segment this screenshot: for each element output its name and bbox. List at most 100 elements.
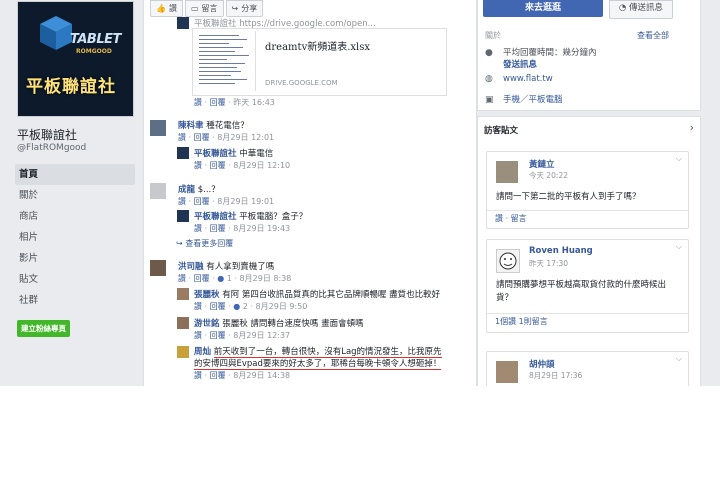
comment-author[interactable]: 平板聯誼社 — [194, 149, 237, 159]
visitor-post-author[interactable]: 黃鏈立 — [529, 158, 555, 170]
visitor-posts-title[interactable]: 訪客貼文 — [484, 124, 518, 136]
comment-time[interactable]: 8月29日 14:38 — [233, 371, 290, 380]
visitor-post-time[interactable]: 昨天 17:30 — [529, 258, 568, 269]
reply-body: 游世銘 張麗秋 請問轉台速度快嗎 畫面會頓嗎 — [194, 317, 364, 329]
reaction-count[interactable]: 1 — [227, 274, 232, 283]
send-message-link[interactable]: 發送訊息 — [503, 58, 537, 70]
comment-like-link[interactable]: 讚 — [194, 371, 202, 380]
comment-reply-link[interactable]: 回覆 — [210, 161, 226, 170]
comment-text: 有阿 第四台收訊品質真的比其它品牌順暢喔 盡質也比較好 — [222, 290, 441, 300]
comment-reply-link[interactable]: 回覆 — [194, 274, 210, 283]
nav-item-shop[interactable]: 商店 — [15, 206, 135, 227]
comment-like-link[interactable]: 讚 — [194, 224, 202, 233]
chevron-down-icon[interactable]: ⌵ — [676, 242, 682, 252]
see-all-link[interactable]: 查看全部 — [637, 30, 669, 41]
comment-author[interactable]: 洪司融 — [178, 262, 204, 272]
spreadsheet-thumbnail — [195, 31, 256, 91]
comment-author[interactable]: 張麗秋 — [194, 290, 220, 300]
comment-reply-link[interactable]: 回覆 — [210, 98, 226, 107]
comment-text: 的安博四與Evpad要來的好太多了，耶稀台每晚卡頓令人想砸掉！ — [194, 359, 442, 370]
visitor-post-author[interactable]: Roven Huang — [529, 246, 593, 256]
comment-like-link[interactable]: 讚 — [178, 133, 186, 142]
comment-time[interactable]: 8月29日 12:10 — [233, 161, 290, 170]
comment-like-link[interactable]: 讚 — [178, 274, 186, 283]
comment-author[interactable]: 周灿 — [194, 347, 211, 357]
comment-time[interactable]: 8月29日 8:38 — [240, 274, 292, 283]
reaction-count[interactable]: 2 — [243, 302, 248, 311]
nav-item-community[interactable]: 社群 — [15, 290, 135, 311]
comment-like-link[interactable]: 讚 — [194, 161, 202, 170]
create-page-button[interactable]: 建立粉絲專頁 — [17, 320, 70, 337]
comment-body: 陳科聿 種花電信？ — [178, 119, 249, 131]
comment-text: $...？ — [197, 185, 220, 195]
comment-label: 留言 — [201, 4, 218, 13]
nav-item-about[interactable]: 關於 — [15, 185, 135, 206]
comment-button[interactable]: ▭ 留言 — [184, 0, 224, 17]
more-replies-link[interactable]: ↪ 查看更多回覆 — [176, 238, 233, 249]
avatar[interactable] — [177, 346, 189, 358]
nav-item-videos[interactable]: 影片 — [15, 248, 135, 269]
avatar[interactable] — [496, 361, 518, 383]
website-row: ◍ www.flat.tw — [485, 74, 553, 84]
comment-time[interactable]: 8月29日 12:01 — [217, 133, 274, 142]
comment-time[interactable]: 昨天 16:43 — [233, 98, 275, 107]
file-attachment[interactable]: dreamtv新頻道表.xlsx DRIVE.GOOGLE.COM — [192, 28, 447, 96]
post-action-toolbar: 👍 讚 ▭ 留言 ↪ 分享 — [150, 0, 265, 17]
page-title[interactable]: 平板聯誼社 — [17, 126, 77, 143]
chevron-right-icon[interactable]: › — [690, 121, 694, 134]
page-profile-picture[interactable]: TABLET ROMGOOD 平板聯誼社 — [17, 1, 134, 117]
comment-reply-link[interactable]: 回覆 — [194, 197, 210, 206]
comment-like-link[interactable]: 讚 — [194, 331, 202, 340]
comment-author[interactable]: 游世銘 — [194, 319, 220, 329]
share-button[interactable]: ↪ 分享 — [225, 0, 264, 17]
category-link[interactable]: 手機／平板電腦 — [503, 95, 563, 105]
avatar[interactable] — [177, 288, 189, 300]
comment-like-link[interactable]: 讚 — [194, 98, 202, 107]
visitor-post-author[interactable]: 胡仲頡 — [529, 358, 555, 370]
comment-author[interactable]: 陳科聿 — [178, 121, 204, 131]
comment-reply-link[interactable]: 回覆 — [210, 224, 226, 233]
comment-meta: 讚 · 回覆 · 8月29日 12:01 — [178, 133, 275, 142]
comment-author[interactable]: 平板聯誼社 — [194, 212, 237, 222]
avatar[interactable] — [496, 249, 520, 273]
comment-reply-link[interactable]: 回覆 — [210, 302, 226, 311]
avatar[interactable] — [496, 161, 518, 183]
comment-like-link[interactable]: 讚 — [178, 197, 186, 206]
go-shopping-button[interactable]: 來去逛逛 — [483, 0, 603, 17]
visitor-post-actions[interactable]: 讚 · 留言 — [487, 210, 688, 227]
visitor-post-time[interactable]: 8月29日 17:36 — [529, 370, 582, 381]
globe-icon: ◍ — [485, 74, 493, 84]
reply-body: 張麗秋 有阿 第四台收訊品質真的比其它品牌順暢喔 盡質也比較好 — [194, 288, 440, 300]
comment-reply-link[interactable]: 回覆 — [210, 371, 226, 380]
visitor-post-time[interactable]: 今天 20:22 — [529, 170, 568, 181]
visitor-post-stats[interactable]: 1個讚 1則留言 — [487, 313, 688, 330]
nav-item-posts[interactable]: 貼文 — [15, 269, 135, 290]
comment-reply-link[interactable]: 回覆 — [210, 331, 226, 340]
comment-reply-link[interactable]: 回覆 — [194, 133, 210, 142]
comment-time[interactable]: 8月29日 19:43 — [233, 224, 290, 233]
avatar[interactable] — [150, 120, 166, 136]
website-link[interactable]: www.flat.tw — [503, 74, 553, 84]
avatar[interactable] — [150, 260, 166, 276]
chevron-down-icon[interactable]: ⌵ — [676, 354, 682, 364]
chevron-down-icon[interactable]: ⌵ — [676, 154, 682, 164]
attachment-filename[interactable]: dreamtv新頻道表.xlsx — [265, 38, 370, 53]
avatar[interactable] — [177, 210, 189, 222]
avatar[interactable] — [150, 183, 166, 199]
comment-time[interactable]: 8月29日 12:37 — [233, 331, 290, 340]
page-handle[interactable]: @FlatROMgood — [17, 143, 86, 153]
avatar[interactable] — [177, 147, 189, 159]
like-button[interactable]: 👍 讚 — [150, 0, 183, 17]
avatar[interactable] — [177, 17, 189, 29]
send-message-button[interactable]: ◔ 傳送訊息 — [609, 0, 673, 19]
comment-author[interactable]: 成龍 — [178, 185, 195, 195]
cartoon-avatar-icon — [499, 252, 517, 270]
comment-like-link[interactable]: 讚 — [194, 302, 202, 311]
comment-text: 種花電信？ — [206, 121, 249, 131]
response-time-text: 平均回覆時間：幾分鐘內 — [503, 48, 597, 58]
nav-item-photos[interactable]: 相片 — [15, 227, 135, 248]
comment-time[interactable]: 8月29日 19:01 — [217, 197, 274, 206]
nav-item-home[interactable]: 首頁 — [15, 164, 135, 185]
avatar[interactable] — [177, 317, 189, 329]
comment-time[interactable]: 8月29日 9:50 — [256, 302, 308, 311]
